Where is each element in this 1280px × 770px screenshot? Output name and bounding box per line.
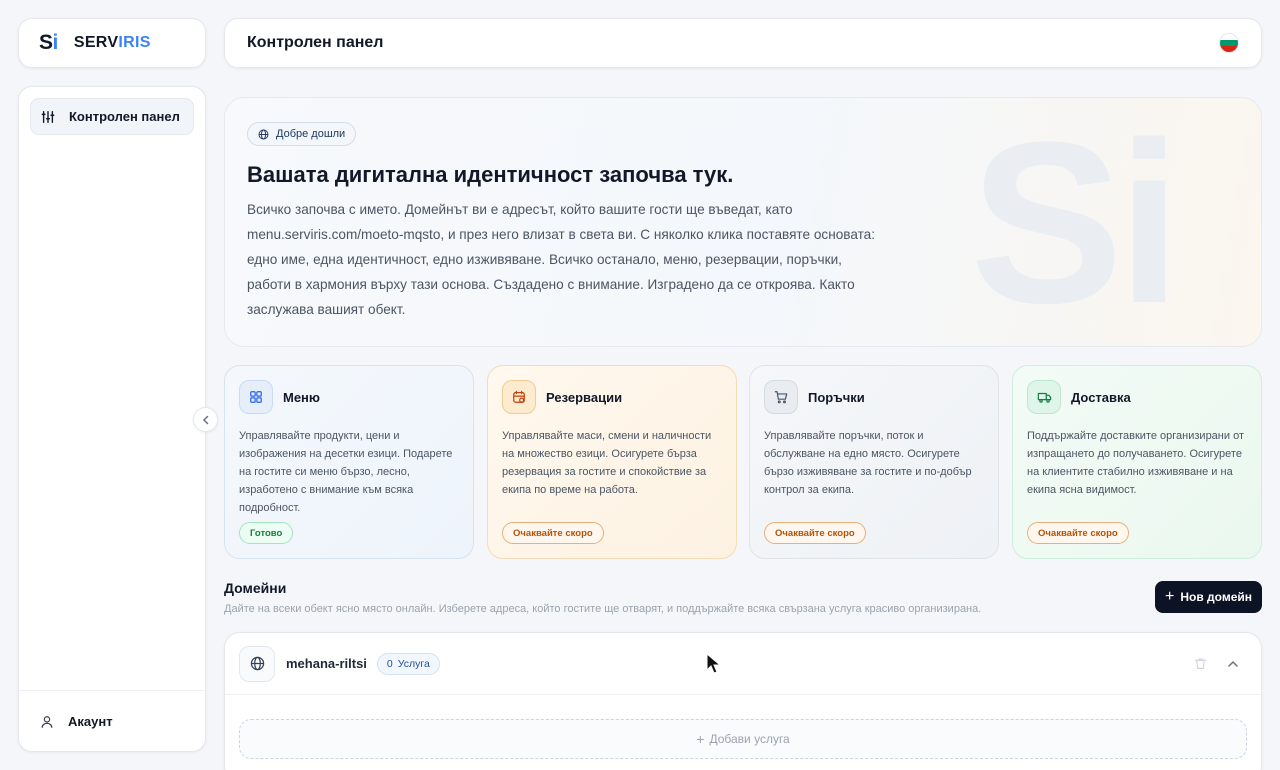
hero-body: Всичко започва с името. Домейнът ви е ад… xyxy=(247,202,876,317)
welcome-hero: Si Добре дошли Вашата дигитална идентичн… xyxy=(224,97,1262,347)
domain-row-actions xyxy=(1194,657,1247,670)
feature-description: Управлявайте продукти, цени и изображени… xyxy=(239,430,453,514)
domain-name: mehana-riltsi xyxy=(286,656,367,671)
feature-card-reservations[interactable]: Резервации Управлявайте маси, смени и на… xyxy=(487,365,737,559)
truck-icon xyxy=(1027,380,1061,414)
status-badge: Готово xyxy=(239,522,294,544)
status-badge: Очаквайте скоро xyxy=(1027,522,1129,544)
feature-title: Меню xyxy=(283,389,321,405)
service-count: 0 xyxy=(386,657,393,670)
logo-wordmark: SERVIRIS xyxy=(73,34,151,51)
language-flag-bg-icon[interactable] xyxy=(1219,33,1239,53)
top-header: Контролен панел xyxy=(224,18,1262,68)
feature-card-menu[interactable]: Меню Управлявайте продукти, цени и изобр… xyxy=(224,365,474,559)
domain-card: mehana-riltsi 0 Услуга + Добави услуга xyxy=(224,632,1262,770)
user-icon xyxy=(41,715,53,728)
domains-section-description: Дайте на всеки обект ясно място онлайн. … xyxy=(224,603,982,615)
new-domain-button[interactable]: + Нов домейн xyxy=(1155,581,1262,613)
sidebar-item-label: Контролен панел xyxy=(69,109,180,124)
sliders-icon xyxy=(41,110,55,123)
sidebar-item-account[interactable]: Акаунт xyxy=(30,703,194,740)
feature-title: Резервации xyxy=(546,389,623,405)
trash-icon[interactable] xyxy=(1194,657,1207,670)
chevron-up-icon[interactable] xyxy=(1227,658,1239,670)
mouse-cursor-icon xyxy=(706,653,722,674)
feature-card-delivery[interactable]: Доставка Поддържайте доставките организи… xyxy=(1012,365,1262,559)
feature-title: Поръчки xyxy=(808,389,865,405)
grid-icon xyxy=(239,380,273,414)
calendar-icon xyxy=(502,380,536,414)
service-count-badge: 0 Услуга xyxy=(376,652,440,675)
feature-description: Управлявайте поръчки, поток и обслужване… xyxy=(764,430,972,496)
chevron-left-icon xyxy=(202,415,208,424)
plus-icon: + xyxy=(1164,588,1175,605)
domain-row[interactable]: mehana-riltsi 0 Услуга xyxy=(225,633,1261,695)
hero-watermark-logo: Si xyxy=(970,97,1181,347)
logo-mark: Si xyxy=(39,31,58,54)
welcome-pill-label: Добре дошли xyxy=(276,128,346,140)
feature-description: Управлявайте маси, смени и наличности на… xyxy=(502,430,712,496)
page-title: Контролен панел xyxy=(247,34,384,51)
add-service-button[interactable]: + Добави услуга xyxy=(239,719,1247,759)
new-domain-label: Нов домейн xyxy=(1180,590,1252,604)
cart-icon xyxy=(764,380,798,414)
status-badge: Очаквайте скоро xyxy=(764,522,866,544)
feature-description: Поддържайте доставките организирани от и… xyxy=(1027,430,1244,496)
globe-icon xyxy=(258,129,269,139)
logo-card[interactable]: Si SERVIRIS xyxy=(18,18,206,68)
sidebar-footer: Акаунт xyxy=(19,690,205,740)
domains-section-title: Домейни xyxy=(224,580,287,596)
flag-stripe-red xyxy=(1220,46,1238,52)
sidebar: Контролен панел Акаунт xyxy=(18,86,206,752)
account-label: Акаунт xyxy=(68,714,113,729)
feature-title: Доставка xyxy=(1071,389,1131,405)
hero-title: Вашата дигитална идентичност започва тук… xyxy=(247,162,734,187)
sidebar-item-dashboard[interactable]: Контролен панел xyxy=(30,98,194,135)
service-count-label: Услуга xyxy=(397,657,430,670)
globe-icon xyxy=(239,645,275,682)
feature-card-orders[interactable]: Поръчки Управлявайте поръчки, поток и об… xyxy=(749,365,999,559)
welcome-pill: Добре дошли xyxy=(247,122,357,146)
status-badge: Очаквайте скоро xyxy=(502,522,604,544)
plus-icon: + xyxy=(696,731,705,747)
collapse-sidebar-button[interactable] xyxy=(193,407,218,432)
sidebar-nav: Контролен панел xyxy=(30,98,194,135)
add-service-label: Добави услуга xyxy=(709,732,790,746)
